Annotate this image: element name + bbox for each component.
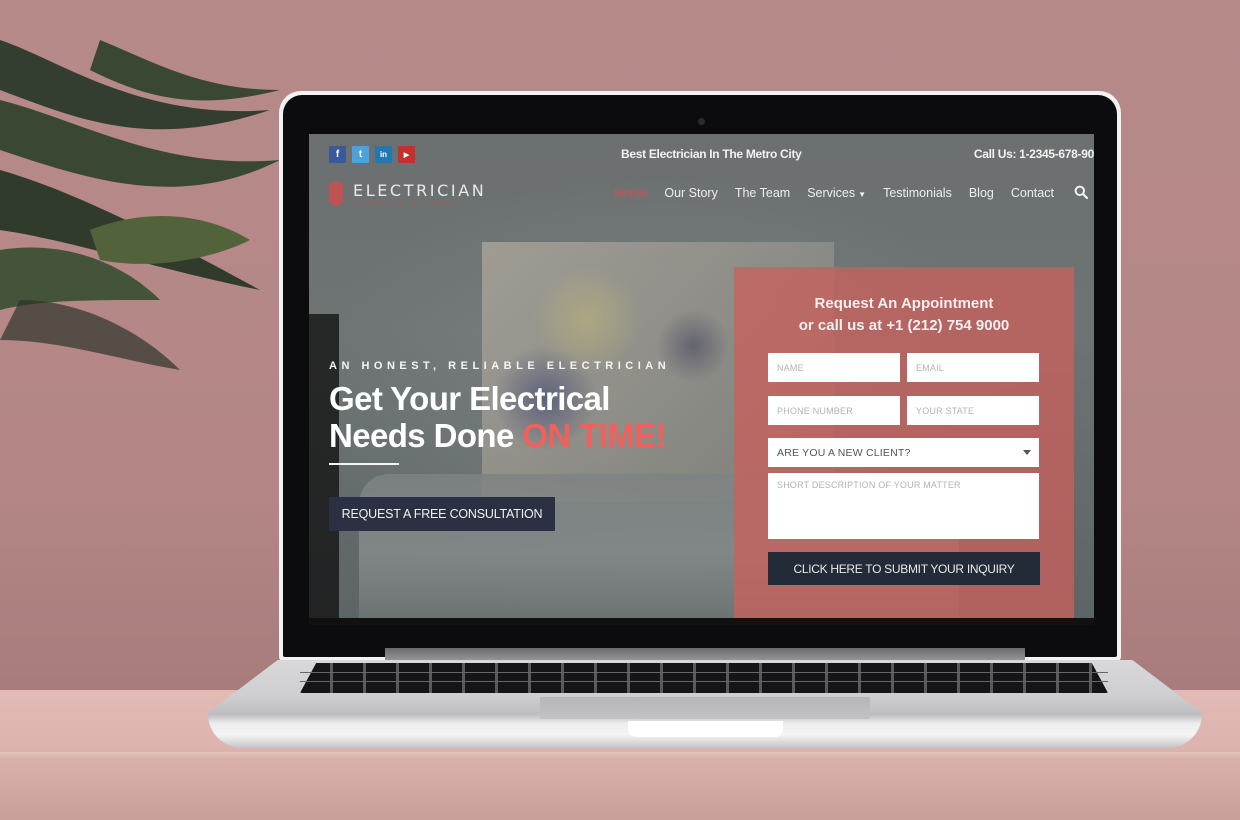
chevron-down-icon: ▼	[858, 190, 867, 199]
keyboard	[300, 663, 1108, 693]
nav-item-services[interactable]: Services ▼	[807, 186, 866, 200]
site-logo[interactable]: ELECTRICIAN POWERING MY HOME	[329, 181, 499, 211]
hero-headline-line1: Get Your Electrical	[329, 380, 610, 417]
twitter-icon[interactable]: t	[352, 146, 369, 163]
state-field[interactable]: YOUR STATE	[907, 396, 1039, 425]
nav-item-our-story[interactable]: Our Story	[664, 186, 718, 200]
shelf-edge	[0, 752, 1240, 760]
site-tagline: Best Electrician In The Metro City	[621, 147, 802, 161]
webcam	[698, 118, 705, 125]
form-title-line1: Request An Appointment	[814, 295, 994, 312]
email-field[interactable]: EMAIL	[907, 353, 1039, 382]
hero-headline-accent: ON TIME!	[522, 417, 666, 454]
form-title: Request An Appointment or call us at +1 …	[734, 293, 1074, 337]
trackpad	[540, 697, 870, 719]
phone-field[interactable]: PHONE NUMBER	[768, 396, 900, 425]
logo-tagline: POWERING MY HOME	[354, 201, 459, 207]
nav-item-home[interactable]: Home	[614, 186, 647, 200]
lid-notch	[628, 721, 783, 737]
screen-bottom-edge	[309, 618, 1094, 625]
hero-headline: Get Your Electrical Needs Done ON TIME!	[329, 380, 667, 454]
laptop-screen: f t in ▶ Best Electrician In The Metro C…	[309, 134, 1094, 625]
name-field[interactable]: NAME	[768, 353, 900, 382]
nav-item-contact[interactable]: Contact	[1011, 186, 1054, 200]
facebook-icon[interactable]: f	[329, 146, 346, 163]
caret-down-icon	[1023, 450, 1031, 455]
new-client-select[interactable]: ARE YOU A NEW CLIENT?	[768, 438, 1039, 467]
top-bar: f t in ▶ Best Electrician In The Metro C…	[309, 134, 1094, 176]
palm-plant	[0, 40, 280, 370]
main-nav: Home Our Story The Team Services ▼ Testim…	[614, 186, 1054, 200]
hero-kicker: AN HONEST, RELIABLE ELECTRICIAN	[329, 360, 671, 372]
form-title-line2: or call us at +1 (212) 754 9000	[798, 317, 1010, 334]
logo-name: ELECTRICIAN	[353, 181, 487, 200]
description-textarea[interactable]: SHORT DESCRIPTION OF YOUR MATTER	[768, 473, 1039, 539]
nav-item-the-team[interactable]: The Team	[735, 186, 790, 200]
call-us-text[interactable]: Call Us: 1-2345-678-90	[974, 147, 1094, 161]
hero-headline-line2-text: Needs Done	[329, 417, 523, 454]
new-client-select-value: ARE YOU A NEW CLIENT?	[777, 446, 911, 459]
nav-item-blog[interactable]: Blog	[969, 186, 994, 200]
request-consultation-button[interactable]: REQUEST A FREE CONSULTATION	[329, 497, 555, 531]
appointment-form: Request An Appointment or call us at +1 …	[734, 267, 1074, 625]
linkedin-icon[interactable]: in	[375, 146, 392, 163]
hero-headline-line2: Needs Done ON TIME!	[329, 417, 667, 454]
laptop-hinge	[385, 648, 1025, 662]
logo-shield-icon	[329, 182, 343, 206]
nav-item-services-label: Services	[807, 186, 856, 200]
keyboard-row-gap	[300, 681, 1108, 682]
social-links: f t in ▶	[329, 146, 415, 163]
keyboard-row-gap	[300, 672, 1108, 673]
nav-item-testimonials[interactable]: Testimonials	[883, 186, 952, 200]
search-icon[interactable]	[1074, 185, 1088, 199]
submit-inquiry-button[interactable]: CLICK HERE TO SUBMIT YOUR INQUIRY	[768, 552, 1040, 585]
youtube-icon[interactable]: ▶	[398, 146, 415, 163]
hero-divider	[329, 463, 399, 465]
